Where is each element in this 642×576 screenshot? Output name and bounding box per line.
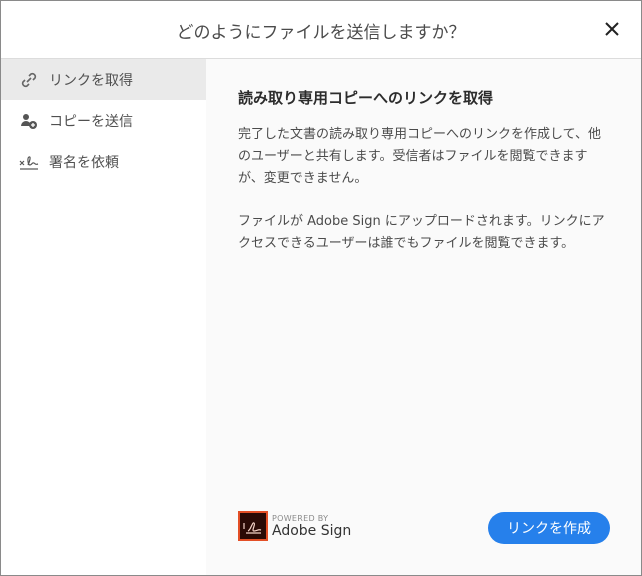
powered-by-label: POWERED BY xyxy=(272,513,329,523)
sidebar-item-request-signature[interactable]: 署名を依頼 xyxy=(1,141,206,182)
close-icon[interactable] xyxy=(601,18,623,40)
sidebar-item-send-copy[interactable]: コピーを送信 xyxy=(1,100,206,141)
adobe-sign-icon xyxy=(238,511,268,541)
sidebar-item-label: リンクを取得 xyxy=(49,72,133,89)
sidebar-item-get-link[interactable]: リンクを取得 xyxy=(1,59,206,100)
brand-label: Adobe Sign xyxy=(272,522,352,539)
sidebar-item-label: コピーを送信 xyxy=(49,113,133,130)
description-text: 完了した文書の読み取り専用コピーへのリンクを作成して、他のユーザーと共有します。… xyxy=(238,127,601,186)
dialog-title: どのようにファイルを送信しますか？ xyxy=(176,23,466,43)
create-link-button[interactable]: リンクを作成 xyxy=(488,512,610,544)
sidebar: リンクを取得 コピーを送信 署名を依頼 xyxy=(1,59,206,575)
link-icon xyxy=(21,72,37,87)
share-dialog: どのようにファイルを送信しますか？ リンクを取得 コピーを送信 署名を依頼 読み… xyxy=(0,0,642,576)
main-panel: 読み取り専用コピーへのリンクを取得 完了した文書の読み取り専用コピーへのリンクを… xyxy=(206,59,641,575)
sidebar-item-label: 署名を依頼 xyxy=(49,154,119,171)
adobe-sign-logo: POWERED BY Adobe Sign xyxy=(238,511,351,541)
dialog-header: どのようにファイルを送信しますか？ xyxy=(1,1,641,59)
signature-icon xyxy=(19,155,39,170)
add-user-icon xyxy=(21,113,37,129)
section-heading: 読み取り専用コピーへのリンクを取得 xyxy=(238,89,494,107)
upload-note-text: ファイルが Adobe Sign にアップロードされます。リンクにアクセスできる… xyxy=(238,214,605,251)
